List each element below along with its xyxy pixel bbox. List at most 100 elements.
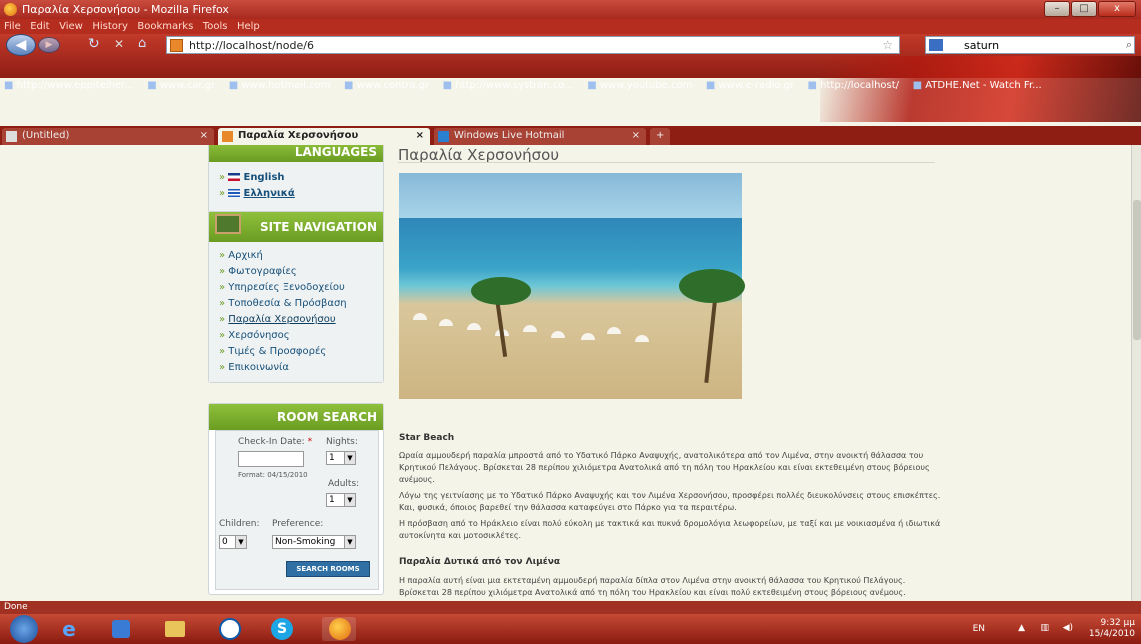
clock-time[interactable]: 9:32 μμ bbox=[1083, 618, 1135, 628]
folder-icon[interactable] bbox=[158, 617, 192, 641]
chevron-down-icon: ▼ bbox=[235, 536, 246, 548]
tab-close-icon[interactable]: × bbox=[416, 128, 424, 144]
url-bar[interactable]: http://localhost/node/6 ☆ bbox=[166, 36, 900, 54]
minimize-button[interactable]: – bbox=[1044, 1, 1070, 17]
clock-date[interactable]: 15/4/2010 bbox=[1083, 629, 1135, 639]
bookmark-item[interactable]: www.car.gr bbox=[147, 80, 215, 91]
bookmark-item[interactable]: www.hotmail.com bbox=[229, 80, 331, 91]
tab-untitled[interactable]: (Untitled) × bbox=[2, 128, 214, 145]
site-favicon bbox=[170, 39, 183, 52]
network-icon[interactable]: ▥ bbox=[1040, 623, 1049, 633]
scrollbar-thumb[interactable] bbox=[1133, 200, 1141, 340]
bookmark-star-icon[interactable]: ☆ bbox=[882, 38, 893, 52]
navigation-toolbar: ◀ ▶ ↻ ✕ ⌂ http://localhost/node/6 ☆ satu… bbox=[0, 34, 1141, 122]
paragraph: Η παραλία αυτή είναι μια εκτεταμένη αμμο… bbox=[399, 576, 906, 585]
nav-item-prices[interactable]: Τιμές & Προσφορές bbox=[219, 344, 377, 360]
languages-heading: LANGUAGES bbox=[209, 145, 383, 162]
nights-select[interactable]: 1 ▼ bbox=[326, 451, 356, 465]
firefox-icon bbox=[4, 3, 17, 16]
tab-strip: (Untitled) × Παραλία Χερσονήσου × Window… bbox=[0, 126, 1141, 145]
menu-bookmarks[interactable]: Bookmarks bbox=[137, 21, 193, 32]
title-divider bbox=[398, 162, 935, 163]
children-label: Children: bbox=[219, 519, 260, 529]
chevron-down-icon: ▼ bbox=[344, 536, 355, 548]
site-navigation-block: SITE NAVIGATION Αρχική Φωτογραφίες Υπηρε… bbox=[208, 211, 384, 383]
language-greek[interactable]: Ελληνικά bbox=[219, 186, 377, 202]
back-button[interactable]: ◀ bbox=[6, 34, 36, 56]
menu-tools[interactable]: Tools bbox=[203, 21, 228, 32]
search-text: saturn bbox=[964, 39, 1000, 52]
adults-label: Adults: bbox=[328, 479, 360, 489]
menu-file[interactable]: File bbox=[4, 21, 21, 32]
tab-close-icon[interactable]: × bbox=[200, 128, 208, 144]
preference-select[interactable]: Non-Smoking ▼ bbox=[272, 535, 356, 549]
bookmark-item[interactable]: www.contra.gr bbox=[344, 80, 429, 91]
tab-label: Windows Live Hotmail bbox=[454, 130, 565, 141]
volume-icon[interactable]: ◀) bbox=[1063, 623, 1073, 633]
date-format-hint: Format: 04/15/2010 bbox=[238, 471, 308, 479]
chevron-down-icon: ▼ bbox=[344, 452, 355, 464]
hotmail-icon bbox=[438, 131, 449, 142]
search-box[interactable]: saturn ⌕ bbox=[925, 36, 1135, 54]
hp-icon[interactable] bbox=[212, 617, 246, 641]
chalkboard-icon bbox=[215, 214, 241, 234]
bookmark-item[interactable]: http://localhost/ bbox=[808, 80, 900, 91]
status-bar: Done bbox=[0, 601, 1141, 614]
room-search-block: ROOM SEARCH Check-In Date: * Format: 04/… bbox=[208, 403, 384, 595]
vertical-scrollbar[interactable] bbox=[1131, 145, 1141, 601]
children-select[interactable]: 0 ▼ bbox=[219, 535, 247, 549]
tab-close-icon[interactable]: × bbox=[632, 128, 640, 144]
tab-hotmail[interactable]: Windows Live Hotmail × bbox=[434, 128, 646, 145]
bookmark-item[interactable]: http://www.systran.co... bbox=[443, 80, 574, 91]
start-button[interactable] bbox=[10, 615, 38, 643]
tab-label: (Untitled) bbox=[22, 130, 70, 141]
search-icon[interactable]: ⌕ bbox=[1126, 38, 1132, 52]
chevron-down-icon: ▼ bbox=[344, 494, 355, 506]
nav-item-location[interactable]: Τοποθεσία & Πρόσβαση bbox=[219, 296, 377, 312]
skype-icon[interactable]: S bbox=[264, 617, 298, 641]
nav-item-photos[interactable]: Φωτογραφίες bbox=[219, 264, 377, 280]
section-title-star-beach: Star Beach bbox=[399, 433, 455, 443]
window-titlebar: Παραλία Χερσονήσου - Mozilla Firefox – □… bbox=[0, 0, 1141, 19]
forward-button[interactable]: ▶ bbox=[38, 37, 60, 53]
bookmark-item[interactable]: www.youtube.com bbox=[587, 80, 692, 91]
nav-item-home[interactable]: Αρχική bbox=[219, 248, 377, 264]
search-rooms-button[interactable]: SEARCH ROOMS bbox=[286, 561, 370, 577]
bookmark-item[interactable]: www.e-radio.gr bbox=[706, 80, 794, 91]
page-content: LANGUAGES English Ελληνικά SITE NAVIGATI… bbox=[0, 145, 1131, 601]
page-icon bbox=[6, 131, 17, 142]
menu-edit[interactable]: Edit bbox=[30, 21, 49, 32]
firefox-taskbar-icon[interactable] bbox=[322, 617, 356, 641]
section-title-west-beach: Παραλία Δυτικά από τον Λιμένα bbox=[399, 557, 561, 567]
adults-select[interactable]: 1 ▼ bbox=[326, 493, 356, 507]
media-player-icon[interactable] bbox=[104, 617, 138, 641]
bookmark-item[interactable]: ATDHE.Net - Watch Fr... bbox=[913, 80, 1042, 91]
languages-block: LANGUAGES English Ελληνικά bbox=[208, 145, 384, 219]
menu-view[interactable]: View bbox=[59, 21, 83, 32]
language-english[interactable]: English bbox=[219, 170, 377, 186]
menu-help[interactable]: Help bbox=[237, 21, 260, 32]
room-search-form: Check-In Date: * Format: 04/15/2010 Nigh… bbox=[215, 430, 379, 590]
menu-history[interactable]: History bbox=[92, 21, 128, 32]
search-engine-icon[interactable] bbox=[929, 39, 943, 51]
nav-item-services[interactable]: Υπηρεσίες Ξενοδοχείου bbox=[219, 280, 377, 296]
nav-item-beach[interactable]: Παραλία Χερσονήσου bbox=[219, 312, 377, 328]
tab-paralia[interactable]: Παραλία Χερσονήσου × bbox=[218, 128, 430, 145]
nav-item-contact[interactable]: Επικοινωνία bbox=[219, 360, 377, 376]
bookmark-item[interactable]: http://www.eppiteiher... bbox=[4, 80, 134, 91]
internet-explorer-icon[interactable]: e bbox=[52, 617, 86, 641]
nav-item-chersonissos[interactable]: Χερσόνησος bbox=[219, 328, 377, 344]
paragraph: Βρίσκεται 28 περίπου χιλιόμετρα Ανατολικ… bbox=[399, 588, 906, 597]
page-icon bbox=[222, 131, 233, 142]
new-tab-button[interactable]: + bbox=[650, 128, 670, 145]
reload-icon[interactable]: ↻ bbox=[88, 36, 100, 52]
checkin-date-input[interactable] bbox=[238, 451, 304, 467]
close-window-button[interactable]: x bbox=[1098, 1, 1136, 17]
show-hidden-icons-icon[interactable]: ▲ bbox=[1018, 623, 1025, 633]
stop-icon[interactable]: ✕ bbox=[114, 37, 124, 51]
home-icon[interactable]: ⌂ bbox=[138, 36, 146, 51]
room-search-heading: ROOM SEARCH bbox=[209, 404, 383, 430]
paragraph: Λόγω της γειτνίασης με το Υδατικό Πάρκο … bbox=[399, 491, 941, 512]
language-indicator[interactable]: EN bbox=[973, 624, 985, 634]
maximize-button[interactable]: □ bbox=[1071, 1, 1097, 17]
